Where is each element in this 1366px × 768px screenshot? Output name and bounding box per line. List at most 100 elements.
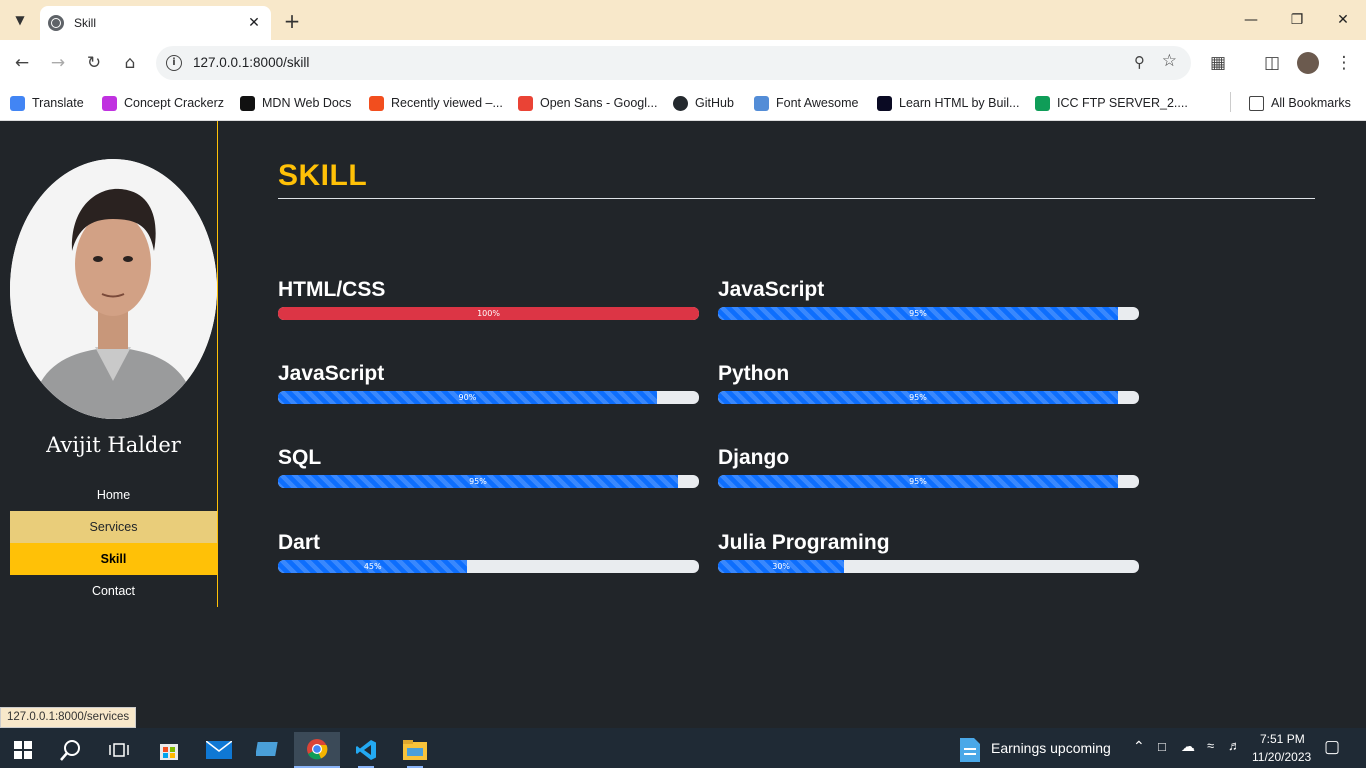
clock-time[interactable]: 7:51 PM — [1260, 732, 1305, 746]
clock-date[interactable]: 11/20/2023 — [1252, 750, 1311, 764]
progress-fill: 45% — [278, 560, 468, 573]
skill-item: Django 95% — [718, 446, 1139, 488]
mdn-icon — [240, 95, 255, 111]
wifi-icon[interactable]: ≈ — [1207, 738, 1214, 753]
skill-name: HTML/CSS — [278, 278, 386, 301]
skill-name: Python — [718, 362, 790, 385]
bookmark-star-icon[interactable]: ☆ — [1162, 51, 1177, 71]
close-tab-icon[interactable]: ✕ — [245, 15, 263, 31]
browser-toolbar: ← → ↻ ⌂ i 127.0.0.1:8000/skill ⚲ ☆ ▦ ◫ ⋮ — [0, 40, 1366, 86]
bookmark-icc-ftp[interactable]: ICC FTP SERVER_2.... — [1035, 93, 1188, 113]
progress-bar: 95% — [718, 391, 1139, 404]
google-drive-icon — [1035, 95, 1050, 111]
profile-avatar[interactable] — [1297, 52, 1319, 74]
freecodecamp-icon — [877, 95, 892, 111]
sidebar-nav: Home Services Skill Contact — [10, 479, 217, 607]
status-bar-url: 127.0.0.1:8000/services — [0, 707, 137, 728]
browser-tab[interactable]: Skill ✕ — [40, 6, 271, 40]
browser-tab-bar: ▼ Skill ✕ + — ❐ ✕ — [0, 0, 1366, 40]
profile-photo — [10, 159, 217, 419]
google-fonts-icon — [518, 95, 533, 111]
extensions-icon[interactable]: ▦ — [1204, 49, 1232, 77]
news-widget-text[interactable]: Earnings upcoming — [991, 740, 1111, 756]
skill-item: Python 95% — [718, 362, 1139, 404]
bookmark-mdn[interactable]: MDN Web Docs — [240, 93, 351, 113]
nav-services[interactable]: Services — [10, 511, 217, 543]
address-bar[interactable]: i 127.0.0.1:8000/skill ⚲ ☆ — [156, 46, 1191, 80]
forward-icon[interactable]: → — [44, 49, 72, 77]
bookmark-label: GitHub — [695, 96, 734, 110]
bookmark-font-awesome[interactable]: Font Awesome — [754, 93, 858, 113]
skill-name: Django — [718, 446, 790, 469]
bookmark-label: Concept Crackerz — [124, 96, 225, 110]
bookmark-figma[interactable]: Recently viewed –... — [369, 93, 503, 113]
chevron-up-icon[interactable]: ⌃ — [1133, 738, 1145, 755]
skill-name: JavaScript — [718, 278, 825, 301]
chrome-taskbar-icon[interactable] — [294, 732, 340, 768]
figma-icon — [369, 95, 384, 111]
bookmark-concept-crackerz[interactable]: Concept Crackerz — [102, 93, 224, 113]
skill-item: JavaScript 95% — [718, 278, 1139, 320]
vscode-icon[interactable] — [343, 732, 389, 768]
minimize-button[interactable]: — — [1228, 0, 1274, 40]
bookmark-freecodecamp[interactable]: Learn HTML by Buil... — [877, 93, 1019, 113]
side-panel-icon[interactable]: ◫ — [1258, 49, 1286, 77]
nav-home[interactable]: Home — [10, 479, 217, 511]
meet-now-icon[interactable]: □ — [1158, 739, 1166, 754]
page-title: SKILL — [278, 159, 368, 192]
folder-icon — [1249, 95, 1264, 111]
page-content: Avijit Halder Home Services Skill Contac… — [0, 121, 1366, 728]
remote-desktop-icon[interactable] — [245, 732, 291, 768]
progress-fill: 30% — [718, 560, 845, 573]
menu-icon[interactable]: ⋮ — [1330, 49, 1358, 77]
mail-icon[interactable] — [196, 732, 242, 768]
sidebar: Avijit Halder Home Services Skill Contac… — [0, 121, 218, 607]
bookmark-open-sans[interactable]: Open Sans - Googl... — [518, 93, 657, 113]
progress-bar: 95% — [278, 475, 699, 488]
skill-item: SQL 95% — [278, 446, 699, 488]
home-icon[interactable]: ⌂ — [116, 49, 144, 77]
bookmark-label: Translate — [32, 96, 84, 110]
nav-contact[interactable]: Contact — [10, 575, 217, 607]
bookmark-translate[interactable]: Translate — [10, 93, 84, 113]
zoom-icon[interactable]: ⚲ — [1134, 53, 1145, 71]
new-tab-button[interactable]: + — [278, 7, 306, 35]
volume-icon[interactable]: ♬ — [1228, 738, 1241, 753]
flag-icon — [754, 95, 769, 111]
restore-button[interactable]: ❐ — [1274, 0, 1320, 40]
github-icon — [673, 95, 688, 111]
skill-item: HTML/CSS 100% — [278, 278, 699, 320]
file-explorer-icon[interactable] — [392, 732, 438, 768]
progress-fill: 95% — [718, 307, 1118, 320]
close-window-button[interactable]: ✕ — [1320, 0, 1366, 40]
progress-bar: 45% — [278, 560, 699, 573]
progress-bar: 95% — [718, 307, 1139, 320]
notifications-icon[interactable]: ▢ — [1324, 737, 1340, 757]
tab-search-button[interactable]: ▼ — [6, 6, 34, 34]
skill-name: Julia Programing — [718, 531, 890, 554]
concept-crackerz-icon — [102, 95, 117, 111]
progress-bar: 90% — [278, 391, 699, 404]
progress-fill: 95% — [718, 475, 1118, 488]
reload-icon[interactable]: ↻ — [80, 49, 108, 77]
url-text[interactable]: 127.0.0.1:8000/skill — [193, 55, 309, 70]
nav-skill[interactable]: Skill — [10, 543, 217, 575]
skill-name: Dart — [278, 531, 321, 554]
microsoft-store-icon[interactable] — [146, 732, 192, 768]
bookmark-github[interactable]: GitHub — [673, 93, 734, 113]
news-widget-icon[interactable] — [948, 732, 992, 768]
profile-name: Avijit Halder — [46, 433, 181, 457]
skill-name: JavaScript — [278, 362, 385, 385]
task-view-icon[interactable] — [96, 732, 142, 768]
search-icon[interactable] — [48, 732, 94, 768]
back-icon[interactable]: ← — [8, 49, 36, 77]
all-bookmarks[interactable]: All Bookmarks — [1249, 93, 1351, 113]
skill-item: JavaScript 90% — [278, 362, 699, 404]
title-divider — [278, 198, 1315, 199]
onedrive-icon[interactable]: ☁ — [1181, 738, 1195, 755]
translate-icon — [10, 95, 25, 111]
bookmark-label: Learn HTML by Buil... — [899, 96, 1020, 110]
windows-start-icon[interactable] — [0, 732, 46, 768]
site-info-icon[interactable]: i — [166, 55, 182, 71]
all-bookmarks-label: All Bookmarks — [1271, 96, 1351, 110]
